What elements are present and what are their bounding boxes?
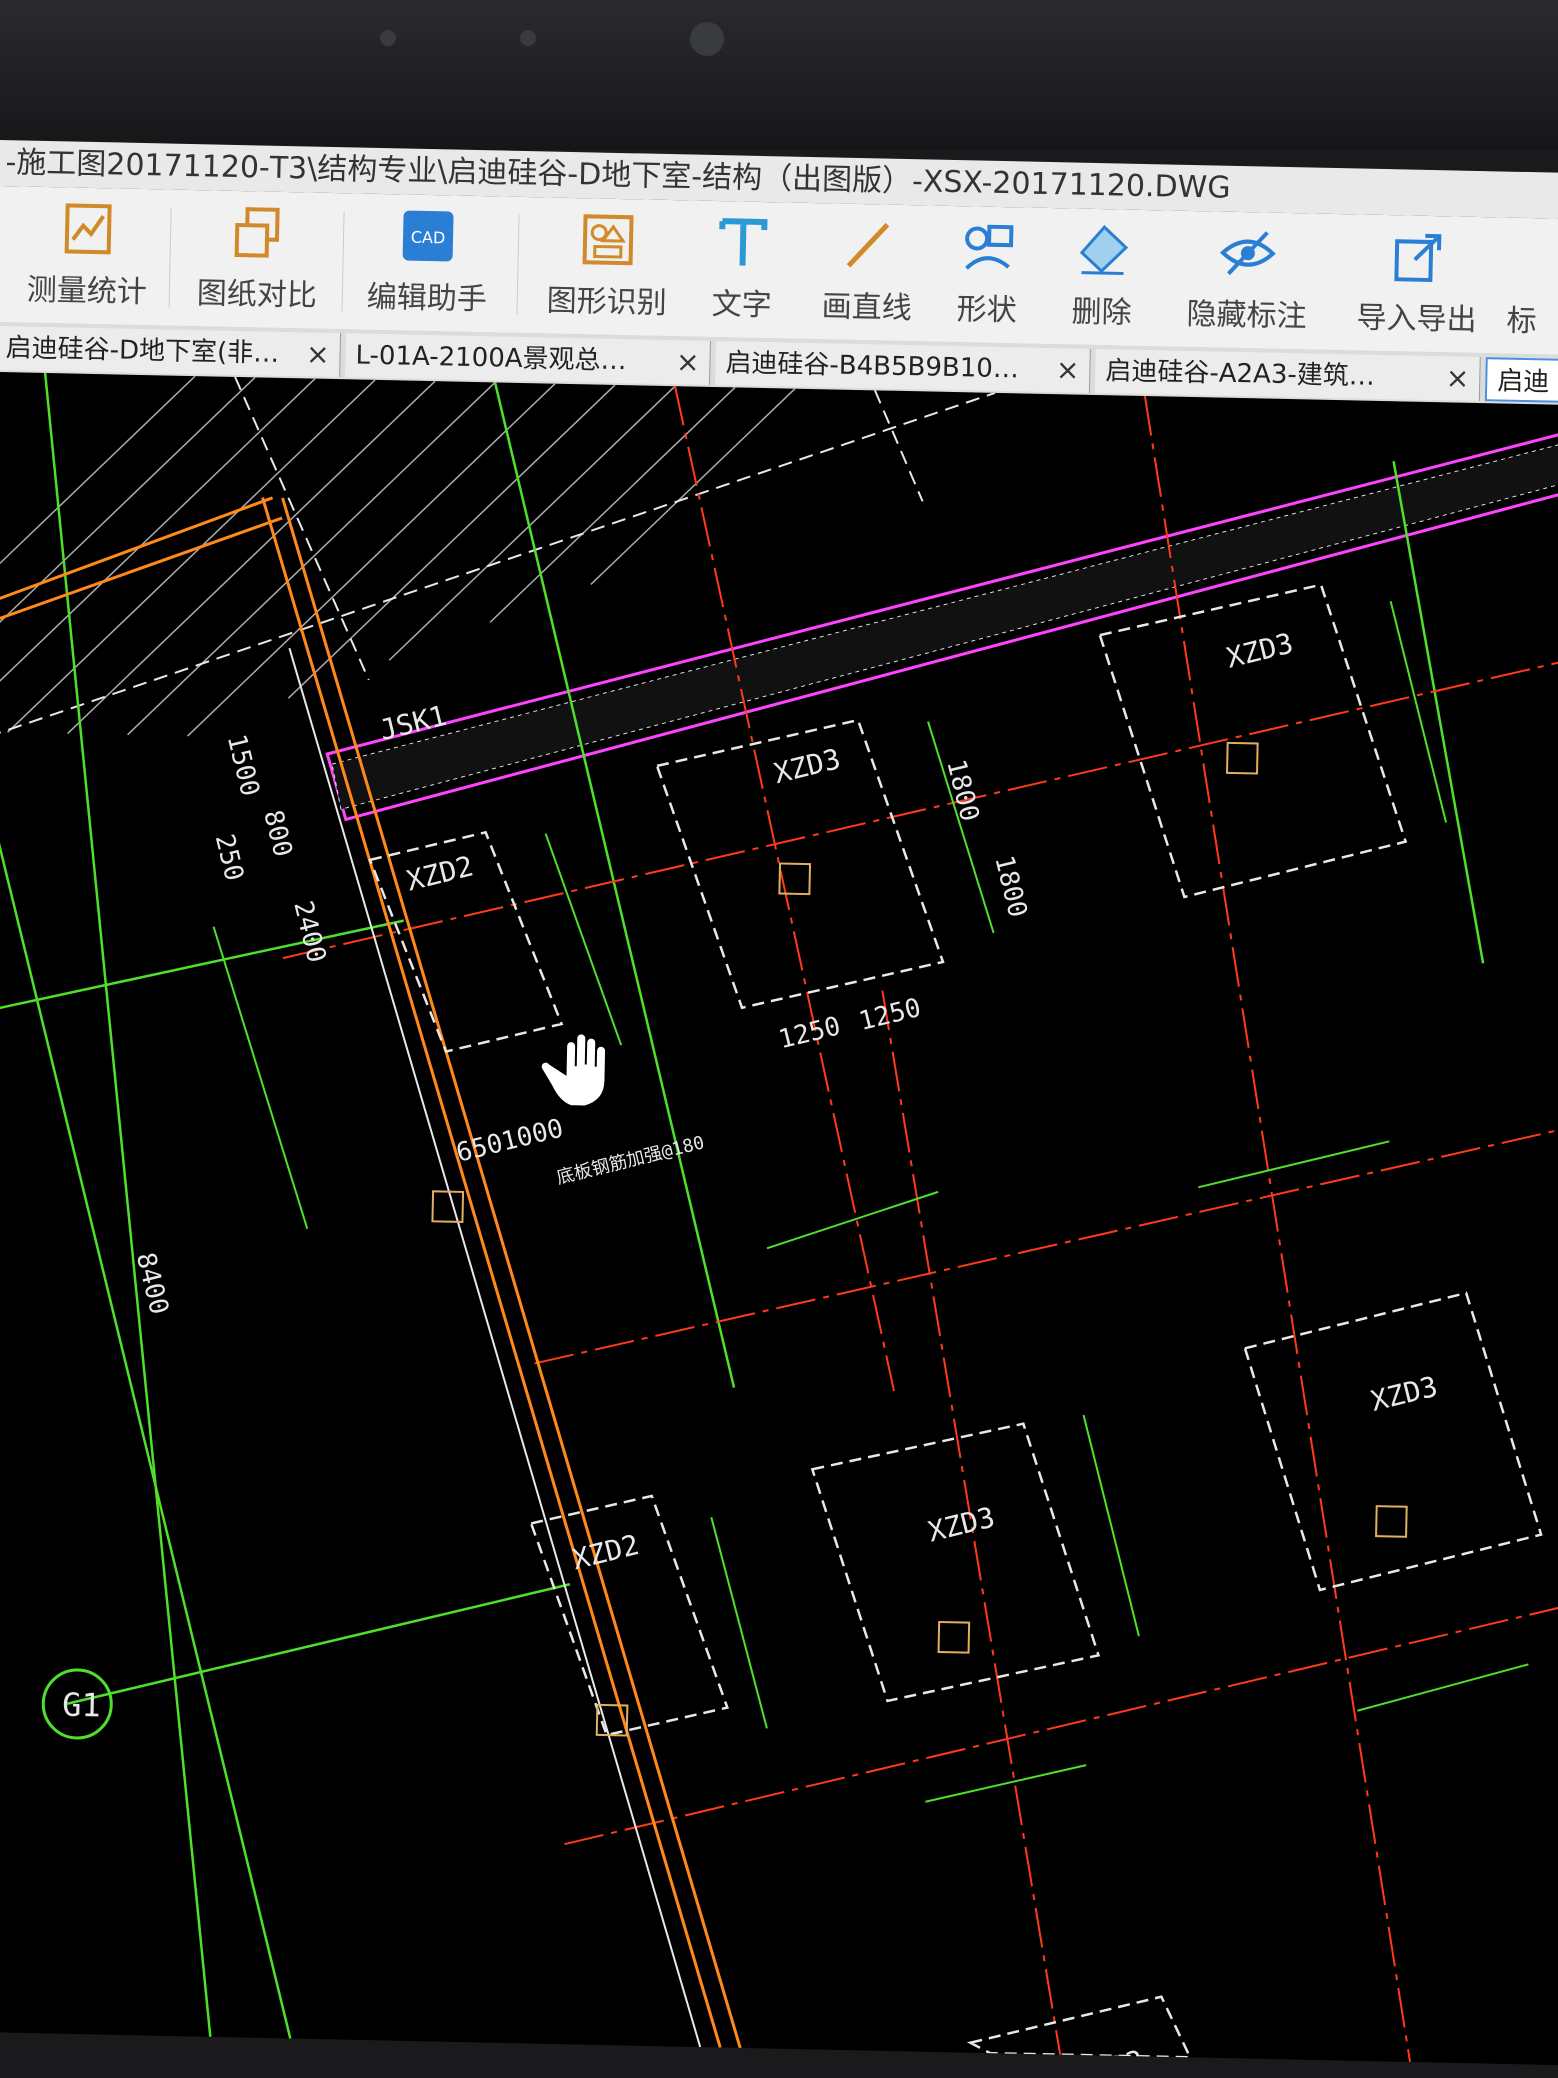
more-icon xyxy=(1507,230,1558,289)
footing-label: XZD3 xyxy=(770,742,843,790)
footing-label: XZD3 xyxy=(925,1500,998,1548)
eraser-icon xyxy=(1079,224,1129,276)
compare-icon xyxy=(234,207,280,258)
svg-text:CAD: CAD xyxy=(411,228,446,248)
toolbar-divider xyxy=(168,207,172,308)
cad-drawing-canvas[interactable]: XZD3 XZD3 XZD2 XZD3 XZD3 XZD2 XZD3 JSK1 … xyxy=(0,371,1558,2078)
toolbar-divider xyxy=(341,211,345,312)
tool-delete[interactable]: 删除 xyxy=(1026,220,1178,333)
tool-label: 测量统计 xyxy=(26,272,148,311)
close-icon[interactable]: × xyxy=(1445,356,1470,400)
tool-label: 图形识别 xyxy=(546,283,668,321)
eye-hide-icon xyxy=(1219,231,1276,276)
dimension-label: 1800 xyxy=(988,853,1032,921)
toolbar-divider xyxy=(516,214,520,315)
dimension-label: 1250 xyxy=(856,993,924,1037)
footing-label: XZD3 xyxy=(1367,1370,1440,1418)
tool-label: 标 xyxy=(1506,303,1537,340)
dimension-label: 800 xyxy=(257,807,297,860)
monitor-bezel xyxy=(0,0,1558,150)
line-icon xyxy=(846,222,890,268)
tab-document[interactable]: 启迪硅谷-D地下室(非… × xyxy=(0,325,342,378)
tool-more[interactable]: 标 xyxy=(1506,230,1558,342)
dimension-label: 1000 xyxy=(498,1114,566,1158)
app-window: -施工图20171120-T3\结构专业\启迪硅谷-D地下室-结构（出图版）-X… xyxy=(0,140,1558,2078)
bezel-sensor xyxy=(380,30,396,46)
dimension-label: 8400 xyxy=(130,1250,174,1318)
tab-label: L-01A-2100A景观总… xyxy=(355,340,627,377)
tool-label: 图纸对比 xyxy=(196,276,318,314)
tool-cad-edit[interactable]: CAD 编辑助手 xyxy=(351,205,503,318)
shape-recognize-icon xyxy=(582,214,634,266)
hand-cursor-icon xyxy=(539,1032,608,1108)
tab-label: 启迪硅谷-D地下室(非… xyxy=(5,333,280,369)
dimension-label: 1800 xyxy=(940,756,984,824)
tab-document[interactable]: 启迪硅谷-A2A3-建筑… × xyxy=(1094,348,1481,402)
tool-compare[interactable]: 图纸对比 xyxy=(181,202,333,315)
tab-document[interactable]: 启迪硅谷-B4B5B9B10… × xyxy=(715,341,1091,393)
close-icon[interactable]: × xyxy=(676,340,700,384)
text-icon xyxy=(719,218,768,266)
tab-document[interactable]: L-01A-2100A景观总… × xyxy=(345,333,711,385)
close-icon[interactable]: × xyxy=(1055,348,1080,392)
column-markers xyxy=(431,741,1408,1737)
import-export-icon xyxy=(1394,233,1442,283)
footing-label: XZD3 xyxy=(1223,627,1296,675)
tool-label: 删除 xyxy=(1071,294,1132,331)
dimension-label: 250 xyxy=(209,831,249,884)
grid-lines xyxy=(0,372,1485,2039)
tool-label: 导入导出 xyxy=(1356,300,1477,338)
tab-label: 启迪硅谷-B4B5B9B10… xyxy=(725,348,1020,385)
dimension-label: 1250 xyxy=(776,1011,844,1055)
cad-edit-icon: CAD xyxy=(402,210,454,262)
shape-icon xyxy=(965,224,1014,270)
tool-shape-recognize[interactable]: 图形识别 xyxy=(531,209,683,322)
tab-label: 启迪硅谷-A2A3-建筑… xyxy=(1105,356,1376,392)
dimension-label: 1500 xyxy=(221,731,265,799)
grid-bubble: G1 xyxy=(41,1668,113,1740)
measure-stats-icon xyxy=(64,203,112,255)
tool-label: 编辑助手 xyxy=(366,279,488,318)
cad-drawing: XZD3 XZD3 XZD2 XZD3 XZD3 XZD2 XZD3 JSK1 … xyxy=(0,372,1558,2078)
dimension-label: 650 xyxy=(453,1128,506,1168)
tab-label: 启迪 xyxy=(1496,366,1550,398)
close-icon[interactable]: × xyxy=(306,332,330,376)
tool-measure-stats[interactable]: 测量统计 xyxy=(11,198,163,311)
webcam-icon xyxy=(690,22,724,56)
bezel-sensor xyxy=(520,30,536,46)
tab-active-document[interactable]: 启迪 xyxy=(1484,357,1558,404)
tool-import-export[interactable]: 导入导出 xyxy=(1331,226,1503,340)
footing-label: XZD2 xyxy=(569,1528,642,1576)
footing-label: XZD2 xyxy=(403,849,476,897)
tool-label: 隐藏标注 xyxy=(1186,296,1307,335)
magenta-band xyxy=(325,423,1558,822)
grid-label: G1 xyxy=(62,1686,101,1725)
tool-hide-annotation[interactable]: 隐藏标注 xyxy=(1161,222,1333,336)
